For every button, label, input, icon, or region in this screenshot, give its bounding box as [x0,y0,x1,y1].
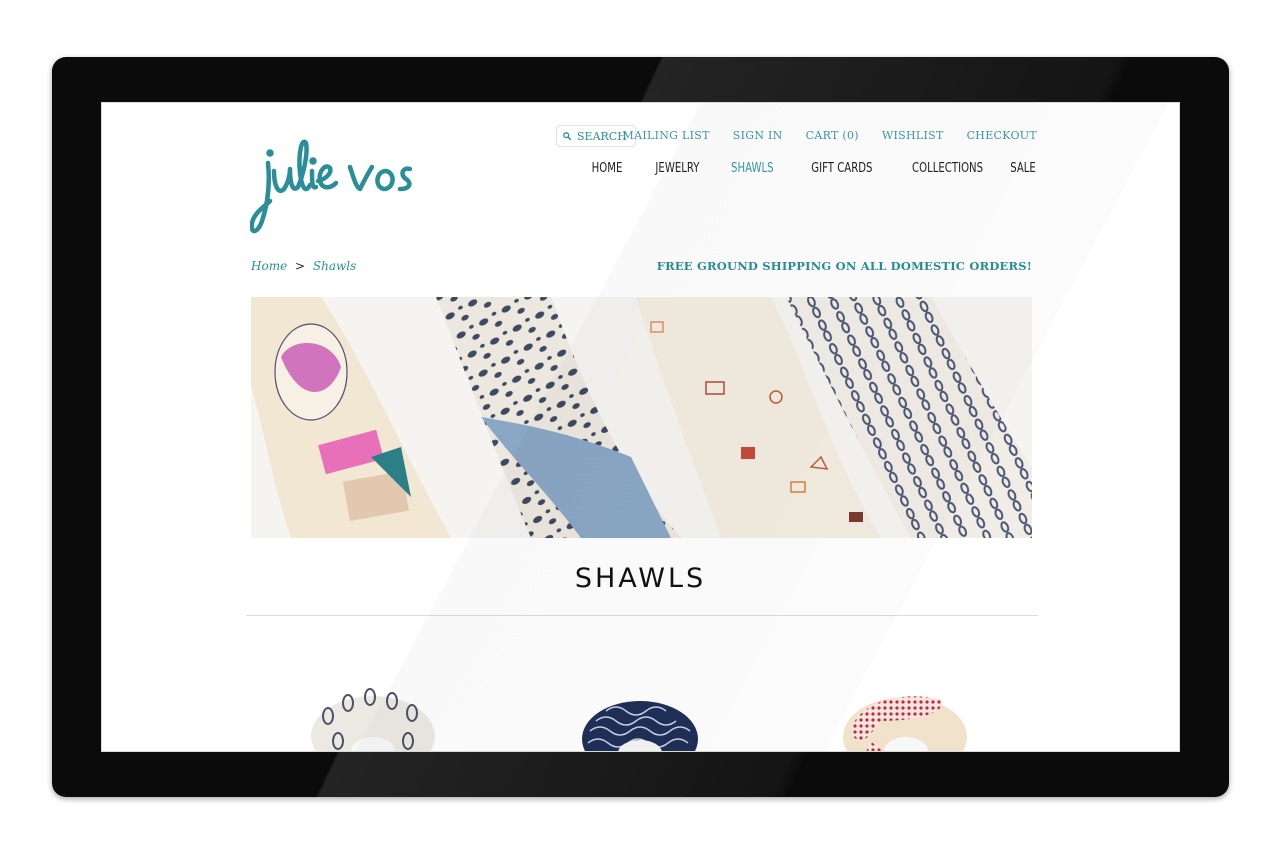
nav-item-collections[interactable]: COLLECTIONS [912,161,983,176]
search-icon [563,132,571,141]
product-card[interactable] [576,681,706,751]
breadcrumb-separator: > [295,259,306,273]
nav-item-shawls[interactable]: SHAWLS [731,161,774,176]
logo[interactable] [250,123,420,234]
product-image [582,701,698,751]
page-title: SHAWLS [574,563,707,594]
title-divider [246,615,1038,616]
website-screen: MAILING LIST SIGN IN CART (0) WISHLIST C… [101,102,1180,752]
product-card[interactable] [840,681,970,751]
logo-mark [250,139,413,234]
wishlist-link[interactable]: WISHLIST [882,129,944,142]
main-nav: HOME JEWELRY SHAWLS GIFT CARDS COLLECTIO… [592,161,1036,176]
shawls-banner-image [251,297,1032,538]
nav-item-gift-cards[interactable]: GIFT CARDS [811,161,872,176]
nav-item-home[interactable]: HOME [592,161,623,176]
breadcrumb-current[interactable]: Shawls [313,259,356,273]
utility-nav: MAILING LIST SIGN IN CART (0) WISHLIST C… [623,129,1037,142]
nav-item-sale[interactable]: SALE [1010,161,1036,176]
mailing-list-link[interactable]: MAILING LIST [623,129,710,142]
breadcrumb: Home > Shawls [251,259,356,273]
hero-banner [251,297,1032,538]
sign-in-link[interactable]: SIGN IN [733,129,783,142]
nav-item-jewelry[interactable]: JEWELRY [655,161,699,176]
breadcrumb-home[interactable]: Home [251,259,287,273]
cart-link[interactable]: CART (0) [806,129,859,142]
shipping-promo: FREE GROUND SHIPPING ON ALL DOMESTIC ORD… [656,259,1032,273]
monitor-frame: MAILING LIST SIGN IN CART (0) WISHLIST C… [52,57,1229,797]
product-image [843,696,967,751]
product-card[interactable] [308,681,438,751]
product-image [311,688,435,751]
checkout-link[interactable]: CHECKOUT [967,129,1037,142]
